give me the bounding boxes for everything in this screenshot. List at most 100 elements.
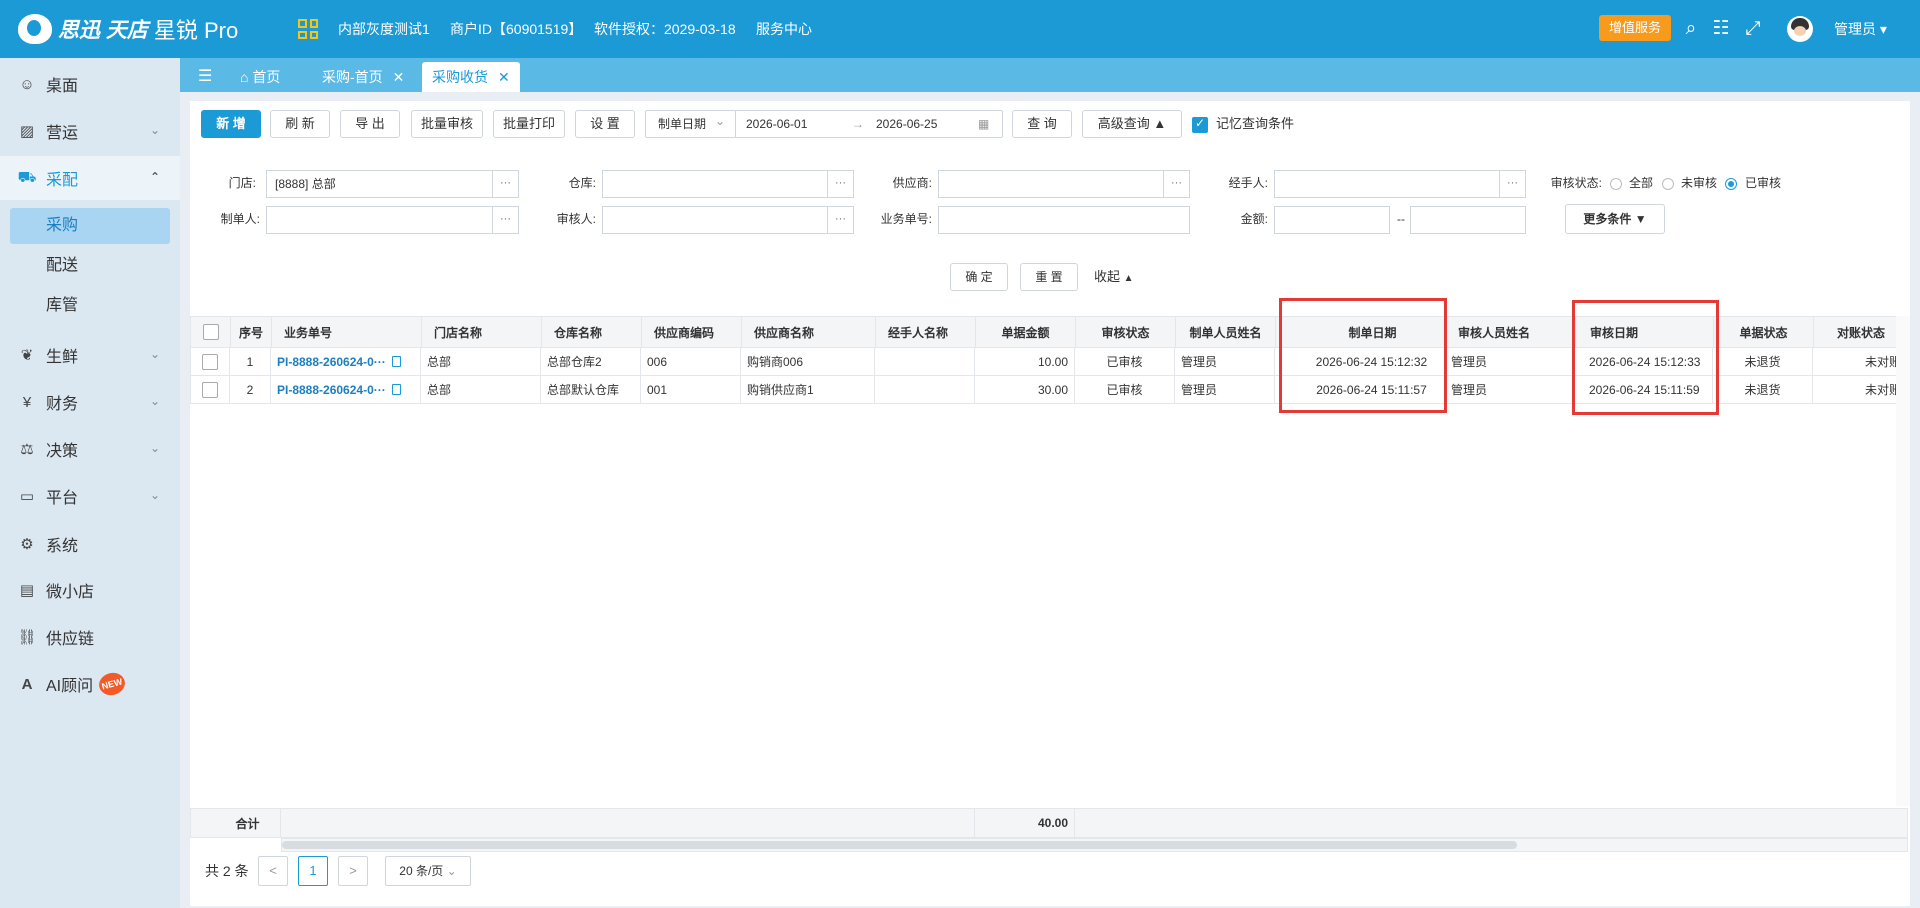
warehouse-input[interactable]: [602, 170, 828, 198]
user-menu[interactable]: 管理员 ▾: [1834, 19, 1887, 39]
select-all-checkbox[interactable]: [202, 324, 219, 340]
auditor-picker-button[interactable]: ···: [828, 206, 854, 234]
column-header[interactable]: 单据状态: [1714, 317, 1814, 347]
menu-grid-icon[interactable]: ☷: [1709, 17, 1733, 41]
sidebar-item-mini-store[interactable]: ▤ 微小店: [0, 568, 180, 612]
sidebar-item-ai-advisor[interactable]: A AI顾问 NEW: [0, 662, 180, 706]
chevron-down-icon: ⌄: [149, 394, 160, 408]
column-header[interactable]: 业务单号: [272, 317, 422, 347]
table-vertical-scroll-area[interactable]: [1896, 316, 1910, 806]
query-button[interactable]: 查 询: [1012, 110, 1072, 138]
sidebar-item-operation[interactable]: ▨ 营运 ⌄: [0, 109, 180, 153]
table-horizontal-scrollbar[interactable]: [281, 838, 1908, 852]
calendar-icon[interactable]: ▦: [978, 111, 989, 137]
doc-status-cell: 未退货: [1713, 348, 1813, 375]
collapse-menu-icon[interactable]: ☰: [188, 62, 222, 92]
order-link[interactable]: PI-8888-260624-0···: [277, 383, 386, 397]
column-header[interactable]: 供应商编码: [642, 317, 742, 347]
handler-picker-button[interactable]: ···: [1500, 170, 1526, 198]
creator-input[interactable]: [266, 206, 493, 234]
audit-status-all-radio[interactable]: [1610, 178, 1622, 190]
new-badge: NEW: [96, 670, 128, 698]
add-button[interactable]: 新 增: [201, 110, 261, 138]
column-header[interactable]: 仓库名称: [542, 317, 642, 347]
refresh-button[interactable]: 刷 新: [270, 110, 330, 138]
sidebar-item-fresh[interactable]: ❦ 生鲜 ⌄: [0, 333, 180, 377]
column-header[interactable]: 供应商名称: [742, 317, 876, 347]
close-icon[interactable]: ✕: [393, 69, 405, 85]
remember-query-checkbox[interactable]: [1192, 116, 1208, 133]
sidebar-item-desktop[interactable]: ☺ 桌面: [0, 62, 180, 106]
creator-cell: 管理员: [1175, 348, 1275, 375]
search-icon[interactable]: ⌕: [1679, 17, 1703, 41]
column-header[interactable]: 审核人员姓名: [1446, 317, 1576, 347]
tab-purchase-home[interactable]: 采购-首页 ✕: [312, 62, 414, 92]
merchant-id: 商户ID【60901519】: [450, 21, 583, 37]
handler-input[interactable]: [1274, 170, 1500, 198]
sidebar-item-system[interactable]: ⚙ 系统: [0, 522, 180, 566]
order-no-input[interactable]: [938, 206, 1190, 234]
sidebar-item-procurement[interactable]: ⛟ 采配 ⌃: [0, 156, 180, 200]
batch-print-button[interactable]: 批量打印: [493, 110, 565, 138]
settings-button[interactable]: 设 置: [575, 110, 635, 138]
sidebar-item-finance[interactable]: ¥ 财务 ⌄: [0, 380, 180, 424]
sidebar-item-supply-chain[interactable]: ⛓ 供应链: [0, 615, 180, 659]
row-checkbox[interactable]: [202, 353, 218, 370]
more-conditions-button[interactable]: 更多条件 ▼: [1565, 204, 1665, 234]
copy-icon[interactable]: [391, 356, 401, 367]
sidebar-subitem-distribution[interactable]: 配送: [10, 248, 170, 284]
avatar[interactable]: [1787, 16, 1813, 42]
tab-purchase-receipt[interactable]: 采购收货 ✕: [422, 62, 520, 92]
page-size-select[interactable]: 20 条/页 ⌄: [385, 856, 471, 886]
sidebar-subitem-inventory[interactable]: 库管: [10, 288, 170, 324]
reset-button[interactable]: 重 置: [1020, 263, 1078, 291]
qr-icon[interactable]: [298, 19, 318, 39]
sidebar-item-platform[interactable]: ▭ 平台 ⌄: [0, 474, 180, 518]
fullscreen-icon[interactable]: ⤢: [1741, 17, 1765, 41]
sidebar-item-decision[interactable]: ⚖ 决策 ⌄: [0, 427, 180, 471]
value-added-service-button[interactable]: 增值服务: [1599, 15, 1671, 41]
next-page-button[interactable]: >: [338, 856, 368, 886]
store-picker-button[interactable]: ···: [493, 170, 519, 198]
amount-max-input[interactable]: [1410, 206, 1526, 234]
advanced-query-button[interactable]: 高级查询 ▲: [1082, 110, 1182, 138]
row-checkbox[interactable]: [202, 381, 218, 398]
column-header[interactable]: 制单人员姓名: [1176, 317, 1276, 347]
batch-audit-button[interactable]: 批量审核: [411, 110, 483, 138]
tab-home[interactable]: ⌂ 首页: [230, 62, 290, 92]
copy-icon[interactable]: [391, 384, 401, 395]
column-header[interactable]: 对账状态: [1814, 317, 1909, 347]
creator-picker-button[interactable]: ···: [493, 206, 519, 234]
date-type-select[interactable]: 制单日期: [646, 108, 736, 137]
confirm-button[interactable]: 确 定: [950, 263, 1008, 291]
audit-status-unaudited-radio[interactable]: [1662, 178, 1674, 190]
export-button[interactable]: 导 出: [340, 110, 400, 138]
column-header[interactable]: 单据金额: [976, 317, 1076, 347]
column-header[interactable]: 门店名称: [422, 317, 542, 347]
date-range-picker: 制单日期 2026-06-01 → 2026-06-25 ▦: [645, 108, 1003, 138]
supplier-input[interactable]: [938, 170, 1164, 198]
collapse-toggle[interactable]: 收起 ▲: [1094, 264, 1134, 292]
chevron-up-icon: ⌃: [149, 170, 160, 184]
service-center-link[interactable]: 服务中心: [756, 19, 812, 39]
supplier-picker-button[interactable]: ···: [1164, 170, 1190, 198]
order-link[interactable]: PI-8888-260624-0···: [277, 355, 386, 369]
column-header[interactable]: 经手人名称: [876, 317, 976, 347]
auditor-input[interactable]: [602, 206, 828, 234]
audit-status-audited-radio[interactable]: [1725, 178, 1737, 190]
brand-logo[interactable]: 思迅 天店 星锐 Pro: [18, 12, 238, 46]
sidebar-subitem-purchase[interactable]: 采购: [10, 208, 170, 244]
prev-page-button[interactable]: <: [258, 856, 288, 886]
amount-min-input[interactable]: [1274, 206, 1390, 234]
close-icon[interactable]: ✕: [498, 69, 510, 85]
page-1-button[interactable]: 1: [298, 856, 328, 886]
column-header[interactable]: 序号: [231, 317, 272, 347]
column-header[interactable]: 审核状态: [1076, 317, 1176, 347]
supplier-name-cell: 购销供应商1: [741, 376, 875, 403]
store-input[interactable]: [8888] 总部: [266, 170, 493, 198]
ai-icon: A: [21, 675, 33, 693]
scrollbar-thumb[interactable]: [282, 841, 1517, 849]
date-to-input[interactable]: 2026-06-25: [876, 111, 937, 137]
warehouse-picker-button[interactable]: ···: [828, 170, 854, 198]
date-from-input[interactable]: 2026-06-01: [746, 111, 807, 137]
